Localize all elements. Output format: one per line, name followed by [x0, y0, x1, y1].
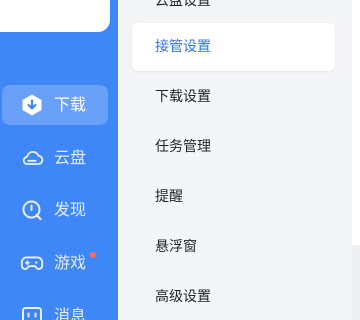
gamepad-icon	[20, 251, 44, 275]
sidebar: 下载 云盘 发现 游戏 消息	[0, 0, 118, 320]
sidebar-item-cloud[interactable]: 云盘	[2, 138, 108, 178]
sidebar-item-discover[interactable]: 发现	[2, 190, 108, 230]
settings-item-advanced[interactable]: 高级设置	[132, 273, 335, 320]
settings-item-label: 下载设置	[155, 89, 211, 105]
sidebar-item-label: 发现	[54, 200, 87, 219]
sidebar-top-panel	[0, 0, 110, 32]
settings-item-label: 提醒	[155, 189, 183, 205]
sidebar-item-label: 游戏	[54, 253, 87, 272]
sidebar-item-messages[interactable]: 消息	[2, 296, 108, 320]
settings-item-floating-window[interactable]: 悬浮窗	[132, 223, 335, 271]
settings-item-label: 悬浮窗	[155, 239, 197, 255]
discover-icon	[20, 198, 44, 222]
sidebar-item-label: 消息	[54, 306, 87, 320]
content-divider	[352, 245, 360, 320]
settings-category-list: 云盘设置 接管设置 下载设置 任务管理 提醒 悬浮窗 高级设置	[118, 0, 352, 320]
settings-item-label: 任务管理	[155, 139, 211, 155]
settings-item-takeover[interactable]: 接管设置	[132, 23, 335, 71]
settings-item-label: 高级设置	[155, 289, 211, 305]
download-icon	[20, 93, 44, 117]
sidebar-item-label: 云盘	[54, 148, 87, 167]
notification-badge	[90, 252, 96, 258]
message-icon	[20, 304, 44, 320]
settings-item-label: 接管设置	[155, 39, 211, 55]
settings-item-label: 云盘设置	[155, 0, 211, 9]
sidebar-item-download[interactable]: 下载	[2, 85, 108, 125]
settings-item-reminder[interactable]: 提醒	[132, 173, 335, 221]
cloud-icon	[20, 146, 44, 170]
settings-item-download[interactable]: 下载设置	[132, 73, 335, 121]
sidebar-item-label: 下载	[54, 95, 87, 114]
sidebar-item-games[interactable]: 游戏	[2, 243, 108, 283]
settings-item-tasks[interactable]: 任务管理	[132, 123, 335, 171]
settings-item-cloud[interactable]: 云盘设置	[132, 0, 335, 25]
